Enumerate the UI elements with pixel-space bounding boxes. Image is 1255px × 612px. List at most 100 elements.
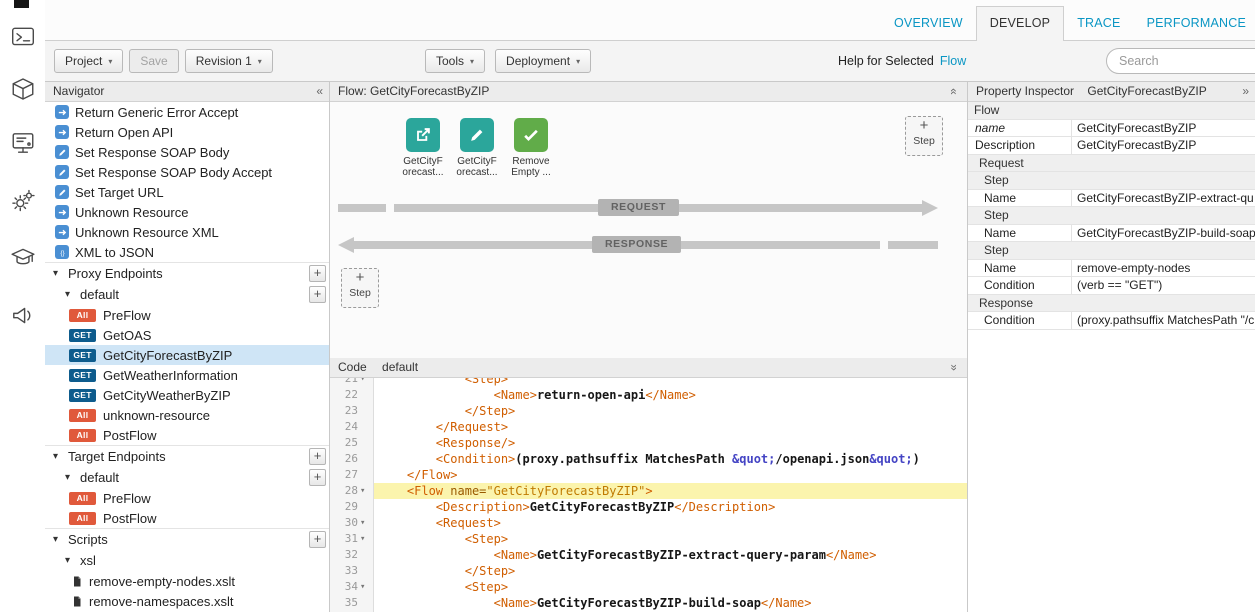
expand-code-icon[interactable]: «: [944, 364, 963, 371]
save-button[interactable]: Save: [129, 49, 178, 73]
tools-menu-button[interactable]: Tools ▾: [425, 49, 485, 73]
code-line[interactable]: 26 <Condition>(proxy.pathsuffix MatchesP…: [330, 451, 967, 467]
graduation-cap-icon[interactable]: [10, 244, 36, 270]
code-line[interactable]: 25 <Response/>: [330, 435, 967, 451]
center-column: Flow: GetCityForecastByZIP « + Step REQU…: [330, 82, 968, 612]
fold-toggle-icon[interactable]: ▾: [360, 483, 371, 499]
inspector-property-row[interactable]: nameGetCityForecastByZIP: [968, 120, 1255, 138]
code-tab-default[interactable]: default: [382, 360, 418, 374]
code-line[interactable]: 31▾ <Step>: [330, 531, 967, 547]
policy-item[interactable]: {}XML to JSON: [45, 242, 329, 262]
code-line[interactable]: 21▾ <Step>: [330, 378, 967, 387]
add-step-button-bottom[interactable]: + Step: [341, 268, 379, 308]
tab-performance[interactable]: PERFORMANCE: [1134, 7, 1255, 41]
policy-item[interactable]: Set Response SOAP Body Accept: [45, 162, 329, 182]
policy-item[interactable]: Set Response SOAP Body: [45, 142, 329, 162]
navigator-section-proxy-endpoints[interactable]: ▾Proxy Endpoints+: [45, 262, 329, 284]
flow-item[interactable]: AllPostFlow: [45, 425, 329, 445]
flow-item[interactable]: AllPreFlow: [45, 305, 329, 325]
line-number: 27: [345, 467, 358, 483]
add-button[interactable]: +: [309, 286, 326, 303]
inspector-section-row: Step: [968, 207, 1255, 225]
policy-item[interactable]: Return Open API: [45, 122, 329, 142]
flow-item[interactable]: Allunknown-resource: [45, 405, 329, 425]
help-flow-link[interactable]: Flow: [940, 54, 966, 68]
main-area: OVERVIEWDEVELOPTRACEPERFORMANCE Project …: [45, 0, 1255, 612]
dropdown-caret-icon: ▾: [108, 57, 112, 66]
flow-item[interactable]: GETGetWeatherInformation: [45, 365, 329, 385]
add-step-button-top[interactable]: + Step: [905, 116, 943, 156]
add-step-label: Step: [906, 135, 942, 147]
inspector-property-row[interactable]: NameGetCityForecastByZIP-extract-qu: [968, 190, 1255, 208]
policy-item[interactable]: Unknown Resource XML: [45, 222, 329, 242]
flow-step[interactable]: GetCityF orecast...: [450, 118, 504, 178]
project-menu-button[interactable]: Project ▾: [54, 49, 123, 73]
flow-item[interactable]: GETGetCityForecastByZIP: [45, 345, 329, 365]
instance-icon[interactable]: [10, 130, 36, 156]
flow-step-label: GetCityF orecast...: [450, 156, 504, 178]
navigator-section-scripts[interactable]: ▾Scripts+: [45, 528, 329, 550]
file-item[interactable]: remove-empty-nodes.xslt: [45, 571, 329, 591]
code-line[interactable]: 27 </Flow>: [330, 467, 967, 483]
tree-caret-icon: ▾: [53, 451, 63, 462]
code-editor[interactable]: 21▾ <Step>22 <Name>return-open-api</Name…: [330, 378, 967, 612]
inspector-property-row[interactable]: Condition(proxy.pathsuffix MatchesPath "…: [968, 312, 1255, 330]
add-button[interactable]: +: [309, 265, 326, 282]
code-line[interactable]: 34▾ <Step>: [330, 579, 967, 595]
policy-item[interactable]: Set Target URL: [45, 182, 329, 202]
add-button[interactable]: +: [309, 448, 326, 465]
expand-inspector-icon[interactable]: »: [1242, 82, 1249, 101]
code-line[interactable]: 28▾ <Flow name="GetCityForecastByZIP">: [330, 483, 967, 499]
code-line[interactable]: 22 <Name>return-open-api</Name>: [330, 387, 967, 403]
file-icon: [71, 575, 83, 588]
fold-toggle-icon[interactable]: ▾: [360, 531, 371, 547]
code-line[interactable]: 33 </Step>: [330, 563, 967, 579]
navigator-section-target-endpoints[interactable]: ▾Target Endpoints+: [45, 445, 329, 467]
fold-toggle-icon[interactable]: ▾: [360, 515, 371, 531]
code-line[interactable]: 30▾ <Request>: [330, 515, 967, 531]
megaphone-icon[interactable]: [10, 302, 36, 328]
navigator-group[interactable]: ▾xsl: [45, 550, 329, 571]
file-item[interactable]: remove-namespaces.xslt: [45, 591, 329, 611]
fold-toggle-icon[interactable]: ▾: [360, 378, 371, 387]
flow-step[interactable]: GetCityF orecast...: [396, 118, 450, 178]
inspector-section-row: Step: [968, 242, 1255, 260]
navigator-group[interactable]: ▾default+: [45, 284, 329, 305]
toolbar-left-group: Project ▾ Save Revision 1 ▾: [54, 49, 273, 73]
flow-step[interactable]: Remove Empty ...: [504, 118, 558, 178]
inspector-property-row[interactable]: DescriptionGetCityForecastByZIP: [968, 137, 1255, 155]
add-button[interactable]: +: [309, 531, 326, 548]
search-input[interactable]: [1106, 48, 1255, 74]
terminal-icon[interactable]: [10, 24, 36, 50]
fold-toggle-icon[interactable]: ▾: [360, 579, 371, 595]
package-icon[interactable]: [10, 76, 36, 102]
flow-item[interactable]: AllPostFlow: [45, 508, 329, 528]
collapse-flow-icon[interactable]: «: [944, 88, 963, 95]
code-token: [378, 468, 407, 482]
code-line[interactable]: 29 <Description>GetCityForecastByZIP</De…: [330, 499, 967, 515]
section-label: Scripts: [68, 532, 108, 547]
policy-label: Set Response SOAP Body: [75, 145, 229, 160]
code-line[interactable]: 35 <Name>GetCityForecastByZIP-build-soap…: [330, 595, 967, 611]
inspector-property-row[interactable]: Condition(verb == "GET"): [968, 277, 1255, 295]
code-line[interactable]: 32 <Name>GetCityForecastByZIP-extract-qu…: [330, 547, 967, 563]
flow-item[interactable]: GETGetOAS: [45, 325, 329, 345]
code-line[interactable]: 23 </Step>: [330, 403, 967, 419]
tab-trace[interactable]: TRACE: [1064, 7, 1133, 41]
gears-icon[interactable]: [10, 188, 36, 214]
policy-item[interactable]: Unknown Resource: [45, 202, 329, 222]
navigator-group[interactable]: ▾default+: [45, 467, 329, 488]
code-line[interactable]: 24 </Request>: [330, 419, 967, 435]
add-button[interactable]: +: [309, 469, 326, 486]
inspector-property-row[interactable]: Nameremove-empty-nodes: [968, 260, 1255, 278]
inspector-property-row[interactable]: NameGetCityForecastByZIP-build-soap: [968, 225, 1255, 243]
check-icon: [514, 118, 548, 152]
deployment-menu-button[interactable]: Deployment ▾: [495, 49, 591, 73]
collapse-navigator-icon[interactable]: «: [316, 82, 323, 101]
tab-overview[interactable]: OVERVIEW: [881, 7, 976, 41]
flow-item[interactable]: AllPreFlow: [45, 488, 329, 508]
policy-item[interactable]: Return Generic Error Accept: [45, 102, 329, 122]
flow-item[interactable]: GETGetCityWeatherByZIP: [45, 385, 329, 405]
tab-develop[interactable]: DEVELOP: [976, 6, 1064, 41]
revision-menu-button[interactable]: Revision 1 ▾: [185, 49, 273, 73]
